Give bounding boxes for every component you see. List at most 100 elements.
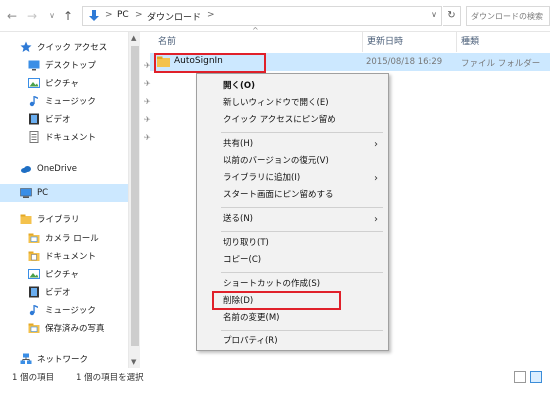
- search-box[interactable]: [466, 6, 550, 26]
- sidebar-item-label: デスクトップ: [45, 61, 97, 71]
- sidebar-item-label: ドキュメント: [45, 252, 97, 262]
- column-header-name[interactable]: 名前: [154, 32, 359, 52]
- sidebar-item-libraries[interactable]: ライブラリ: [20, 210, 80, 228]
- pin-icon: ✈: [144, 78, 151, 88]
- highlight-box-delete: [212, 291, 341, 310]
- menu-separator: [221, 207, 383, 208]
- sidebar-item-label: クイック アクセス: [37, 43, 108, 53]
- menu-item-label: 送る(N): [223, 214, 253, 224]
- sidebar-item-label: 保存済みの写真: [45, 324, 105, 334]
- menu-item-rename[interactable]: 名前の変更(M): [197, 310, 388, 327]
- address-toolbar: ← → ∨ ↑ > PC > ダウンロード > ∨ ↻: [0, 0, 550, 32]
- pin-icon: ✈: [144, 114, 151, 124]
- sidebar-item-documents[interactable]: ドキュメント ✈: [28, 128, 151, 146]
- scroll-down-icon[interactable]: ▼: [131, 358, 136, 366]
- highlight-box-file: [154, 53, 266, 73]
- menu-item-cut[interactable]: 切り取り(T): [197, 235, 388, 252]
- sidebar-item-label: ミュージック: [45, 306, 96, 316]
- scrollbar-thumb[interactable]: [131, 46, 139, 346]
- menu-item-pin-start[interactable]: スタート画面にピン留めする: [197, 187, 388, 204]
- large-icons-view-icon[interactable]: [530, 371, 542, 383]
- pin-icon: ✈: [144, 96, 151, 106]
- sidebar-item-lib-videos[interactable]: ビデオ: [28, 283, 71, 301]
- chevron-right-icon: ›: [374, 139, 378, 150]
- menu-item-open-new-window[interactable]: 新しいウィンドウで開く(E): [197, 95, 388, 112]
- status-item-count: 1 個の項目: [12, 373, 55, 383]
- scroll-up-icon[interactable]: ▲: [131, 34, 136, 42]
- breadcrumb-separator: >: [105, 10, 113, 20]
- star-icon: [20, 41, 32, 52]
- details-view-icon[interactable]: [514, 371, 526, 383]
- sidebar-item-videos[interactable]: ビデオ ✈: [28, 110, 151, 128]
- search-input[interactable]: [467, 7, 549, 25]
- refresh-button[interactable]: ↻: [443, 6, 461, 26]
- sidebar-item-lib-music[interactable]: ミュージック: [28, 301, 96, 319]
- sidebar-item-camera-roll[interactable]: カメラ ロール: [28, 229, 99, 247]
- menu-item-share[interactable]: 共有(H) ›: [197, 136, 388, 153]
- menu-item-add-to-library[interactable]: ライブラリに追加(I) ›: [197, 170, 388, 187]
- menu-separator: [221, 231, 383, 232]
- sidebar-item-label: カメラ ロール: [45, 234, 99, 244]
- sidebar-item-label: ビデオ: [45, 115, 71, 125]
- breadcrumb-separator: >: [135, 10, 143, 20]
- network-icon: [20, 353, 32, 364]
- cloud-icon: [21, 166, 31, 173]
- sidebar-item-label: ビデオ: [45, 288, 71, 298]
- sidebar-item-lib-documents[interactable]: ドキュメント: [28, 247, 96, 265]
- folder-pictures-icon: [28, 233, 40, 243]
- sidebar-scrollbar[interactable]: ▲ ▼: [128, 32, 140, 368]
- menu-item-send-to[interactable]: 送る(N) ›: [197, 211, 388, 228]
- document-icon: [29, 131, 39, 143]
- folder-documents-icon: [28, 251, 40, 261]
- menu-item-pin-quick-access[interactable]: クイック アクセスにピン留め: [197, 112, 388, 129]
- menu-separator: [221, 272, 383, 273]
- file-date: 2015/08/18 16:29: [366, 57, 443, 67]
- sidebar-item-network[interactable]: ネットワーク: [20, 350, 88, 368]
- sidebar-item-music[interactable]: ミュージック ✈: [28, 92, 151, 110]
- status-selected-count: 1 個の項目を選択: [76, 373, 144, 383]
- downloads-icon: [89, 10, 99, 21]
- recent-locations-button[interactable]: ∨: [44, 8, 60, 24]
- pictures-icon: [28, 78, 40, 88]
- column-header-date[interactable]: 更新日時: [362, 32, 454, 52]
- sidebar-item-lib-pictures[interactable]: ピクチャ: [28, 265, 79, 283]
- menu-item-restore-previous[interactable]: 以前のバージョンの復元(V): [197, 153, 388, 170]
- sidebar-item-label: ドキュメント: [45, 133, 97, 143]
- address-bar[interactable]: > PC > ダウンロード > ∨: [82, 6, 442, 26]
- chevron-right-icon: ›: [374, 173, 378, 184]
- sidebar-item-quick-access[interactable]: クイック アクセス: [20, 38, 107, 56]
- video-icon: [29, 113, 39, 125]
- desktop-icon: [28, 60, 40, 71]
- menu-item-open[interactable]: 開く(O): [197, 78, 388, 95]
- sidebar-item-label: ミュージック: [45, 97, 96, 107]
- column-header-type[interactable]: 種類: [456, 32, 550, 52]
- sidebar-item-pc[interactable]: PC: [0, 184, 128, 202]
- address-dropdown-icon[interactable]: ∨: [431, 10, 437, 19]
- music-icon: [29, 305, 38, 316]
- breadcrumb-downloads[interactable]: ダウンロード: [147, 10, 201, 23]
- pictures-icon: [28, 269, 40, 279]
- back-button[interactable]: ←: [4, 8, 20, 24]
- status-bar: 1 個の項目 1 個の項目を選択: [0, 368, 550, 386]
- menu-item-copy[interactable]: コピー(C): [197, 252, 388, 269]
- menu-item-properties[interactable]: プロパティ(R): [197, 333, 388, 350]
- sidebar-item-pictures[interactable]: ピクチャ ✈: [28, 74, 151, 92]
- sidebar-item-onedrive[interactable]: OneDrive: [20, 160, 77, 178]
- breadcrumb-pc[interactable]: PC: [117, 10, 129, 20]
- sidebar-item-label: PC: [37, 188, 49, 198]
- menu-separator: [221, 330, 383, 331]
- sidebar-item-label: ネットワーク: [37, 355, 89, 365]
- breadcrumb-separator: >: [207, 10, 215, 20]
- menu-item-label: ライブラリに追加(I): [223, 173, 301, 183]
- navigation-pane: クイック アクセス デスクトップ ✈ ピクチャ ✈ ミュージック ✈ ビデオ ✈…: [0, 32, 151, 368]
- library-icon: [20, 214, 32, 224]
- forward-button[interactable]: →: [24, 8, 40, 24]
- sidebar-item-saved-pictures[interactable]: 保存済みの写真: [28, 319, 105, 337]
- up-button[interactable]: ↑: [60, 8, 76, 24]
- sidebar-item-desktop[interactable]: デスクトップ ✈: [28, 56, 151, 74]
- sidebar-item-label: ピクチャ: [45, 270, 79, 280]
- folder-pictures-icon: [28, 323, 40, 333]
- music-icon: [29, 96, 38, 107]
- sidebar-item-label: ピクチャ: [45, 79, 79, 89]
- menu-separator: [221, 132, 383, 133]
